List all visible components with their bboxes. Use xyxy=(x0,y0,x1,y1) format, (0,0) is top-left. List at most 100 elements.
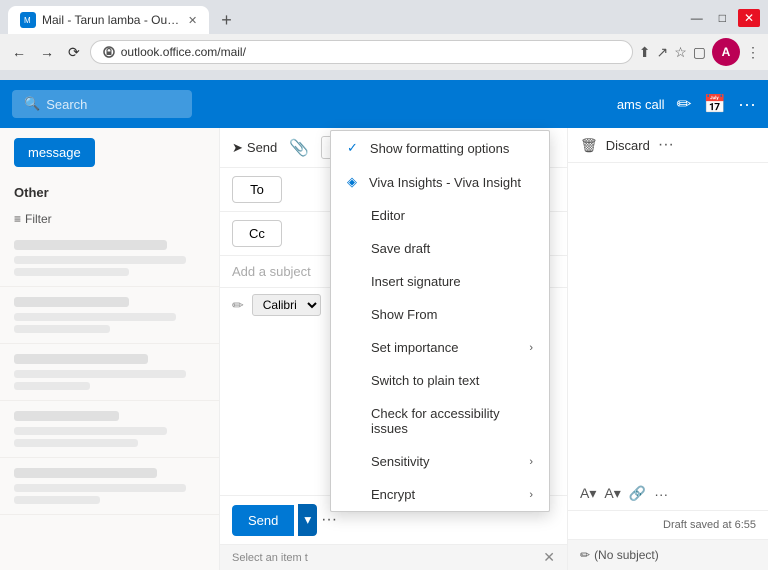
back-button[interactable]: ← xyxy=(8,42,30,62)
submenu-chevron-icon: › xyxy=(529,342,533,354)
tab-close-btn[interactable]: ✕ xyxy=(188,14,197,27)
menu-item-insert-signature[interactable]: Insert signature xyxy=(331,265,549,298)
browser-action-buttons: ⬆ ↗ ☆ ▢ A ⋮ xyxy=(639,38,760,66)
menu-item-encrypt[interactable]: Encrypt› xyxy=(331,478,549,511)
send-chevron-button[interactable]: ▾ xyxy=(298,504,317,536)
send-bottom-button[interactable]: Send xyxy=(232,505,294,536)
menu-item-label: Save draft xyxy=(371,241,533,256)
menu-item-accessibility[interactable]: Check for accessibility issues xyxy=(331,397,549,445)
more-right-btn[interactable]: ··· xyxy=(658,136,674,154)
font-color-btn[interactable]: A▾ xyxy=(580,485,596,502)
discard-button[interactable]: Discard xyxy=(606,138,650,153)
mail-sender xyxy=(14,468,157,478)
new-tab-button[interactable]: + xyxy=(213,10,240,31)
menu-item-label: Check for accessibility issues xyxy=(371,406,533,436)
menu-item-sensitivity[interactable]: Sensitivity› xyxy=(331,445,549,478)
list-item[interactable] xyxy=(0,287,219,344)
top-bar: 🔍 Search ams call ✏ 📅 ··· xyxy=(0,80,768,128)
mail-preview2 xyxy=(14,382,90,390)
trash-icon: 🗑 xyxy=(580,137,598,154)
attach-button[interactable]: 📎 xyxy=(289,138,309,158)
tab-title: Mail - Tarun lamba - Outlook xyxy=(42,13,182,27)
top-right-actions: ams call ✏ 📅 ··· xyxy=(617,94,756,115)
list-item[interactable] xyxy=(0,230,219,287)
menu-btn[interactable]: ⋮ xyxy=(746,44,760,61)
mail-preview xyxy=(14,484,186,492)
menu-item-editor[interactable]: Editor xyxy=(331,199,549,232)
bottom-dots[interactable]: ··· xyxy=(321,511,337,529)
menu-item-switch-plain[interactable]: Switch to plain text xyxy=(331,364,549,397)
extensions-btn[interactable]: ⬆ xyxy=(639,44,651,61)
draft-saved-status: Draft saved at 6:55 xyxy=(568,511,768,539)
mail-sender xyxy=(14,240,167,250)
search-input-label: Search xyxy=(46,97,87,112)
split-btn[interactable]: ▢ xyxy=(693,44,706,61)
menu-item-label: Show From xyxy=(371,307,533,322)
menu-item-label: Encrypt xyxy=(371,487,521,502)
list-item[interactable] xyxy=(0,401,219,458)
more-format-btn[interactable]: ··· xyxy=(654,486,668,502)
tab-bar: M Mail - Tarun lamba - Outlook ✕ + — □ ✕ xyxy=(0,0,768,34)
browser-tab[interactable]: M Mail - Tarun lamba - Outlook ✕ xyxy=(8,6,209,34)
link-btn[interactable]: 🔗 xyxy=(629,485,646,502)
dropdown-menu[interactable]: ✓Show formatting options ◈ Viva Insights -… xyxy=(330,130,550,512)
search-box[interactable]: 🔍 Search xyxy=(12,90,192,118)
mail-preview2 xyxy=(14,439,138,447)
to-button[interactable]: To xyxy=(232,176,282,203)
no-subject-bar: ✏ (No subject) xyxy=(568,539,768,570)
tab-favicon: M xyxy=(20,12,36,28)
window-maximize-btn[interactable]: □ xyxy=(715,9,730,27)
menu-item-label: Viva Insights - Viva Insight xyxy=(369,175,533,190)
address-bar[interactable]: outlook.office.com/mail/ xyxy=(90,40,633,64)
cc-button[interactable]: Cc xyxy=(232,220,282,247)
menu-item-show-formatting[interactable]: ✓Show formatting options xyxy=(331,131,549,165)
window-close-btn[interactable]: ✕ xyxy=(738,9,760,27)
share-btn[interactable]: ↗ xyxy=(656,44,668,61)
viva-icon: ◈ xyxy=(347,174,357,190)
menu-item-save-draft[interactable]: Save draft xyxy=(331,232,549,265)
sidebar: message Other ≡ Filter xyxy=(0,128,220,570)
new-message-button[interactable]: message xyxy=(14,138,95,167)
mail-preview2 xyxy=(14,325,110,333)
mail-preview xyxy=(14,256,186,264)
send-label: Send xyxy=(247,140,277,155)
right-format-bar: A▾ A▾ 🔗 ··· xyxy=(568,477,768,511)
compose-icon-btn[interactable]: ✏ xyxy=(677,94,692,115)
dropdown-scroll: ✓Show formatting options ◈ Viva Insights -… xyxy=(331,131,549,511)
window-minimize-btn[interactable]: — xyxy=(687,9,707,27)
filter-icon: ≡ xyxy=(14,212,21,226)
highlight-btn[interactable]: A▾ xyxy=(604,485,620,502)
favorites-btn[interactable]: ☆ xyxy=(674,44,687,61)
refresh-button[interactable]: ⟳ xyxy=(64,42,84,63)
menu-item-show-from[interactable]: Show From xyxy=(331,298,549,331)
list-item[interactable] xyxy=(0,458,219,515)
send-button-top[interactable]: ➤ Send xyxy=(232,140,277,156)
mail-sender xyxy=(14,411,119,421)
menu-item-viva-insights[interactable]: ◈ Viva Insights - Viva Insight xyxy=(331,165,549,199)
address-bar-row: ← → ⟳ outlook.office.com/mail/ ⬆ ↗ ☆ ▢ A… xyxy=(0,34,768,70)
right-panel: 🗑 Discard ··· A▾ A▾ 🔗 ··· Draft saved at… xyxy=(568,128,768,570)
forward-button[interactable]: → xyxy=(36,42,58,62)
close-bar-btn[interactable]: ✕ xyxy=(543,549,555,566)
mail-preview xyxy=(14,427,167,435)
font-select[interactable]: Calibri xyxy=(252,294,321,316)
svg-text:M: M xyxy=(24,16,31,25)
right-toolbar: 🗑 Discard ··· xyxy=(568,128,768,163)
menu-item-set-importance[interactable]: Set importance› xyxy=(331,331,549,364)
teams-call[interactable]: ams call xyxy=(617,97,665,112)
list-item[interactable] xyxy=(0,344,219,401)
filter-row[interactable]: ≡ Filter xyxy=(0,208,219,230)
more-btn[interactable]: ··· xyxy=(738,94,756,115)
pencil-small-icon: ✏ xyxy=(580,548,590,562)
calendar-icon-btn[interactable]: 📅 xyxy=(704,94,726,115)
select-item-text: Select an item t xyxy=(232,552,308,564)
profile-avatar[interactable]: A xyxy=(712,38,740,66)
submenu-chevron-icon: › xyxy=(529,456,533,468)
menu-item-label: Insert signature xyxy=(371,274,533,289)
mail-list xyxy=(0,230,219,515)
search-icon: 🔍 xyxy=(24,96,40,112)
mail-sender xyxy=(14,354,148,364)
filter-label: Filter xyxy=(25,212,52,226)
lock-icon xyxy=(103,46,115,58)
font-pencil-icon: ✏ xyxy=(232,297,244,314)
